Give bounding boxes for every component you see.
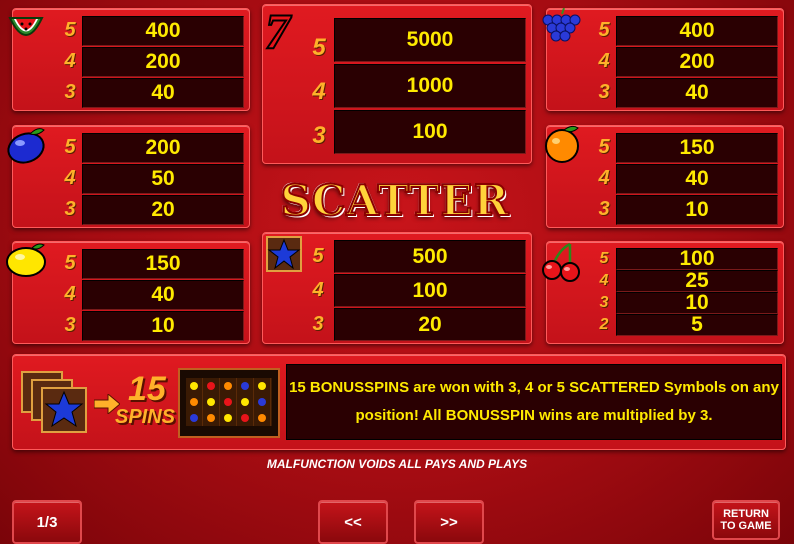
payout-value: 200: [616, 47, 778, 77]
multiplier-label: 5: [312, 34, 326, 61]
payout-value: 150: [616, 133, 778, 163]
payout-value: 400: [616, 16, 778, 46]
multiplier-label: 5: [64, 136, 76, 158]
payout-value: 40: [82, 280, 244, 310]
cherry-icon: [542, 242, 580, 282]
payout-value: 200: [82, 47, 244, 77]
plum-icon: [7, 128, 45, 164]
multiplier-label: 4: [599, 272, 609, 289]
payout-value: 100: [334, 110, 526, 154]
multiplier-label: 3: [64, 198, 76, 220]
bonus-game-thumbnail: [178, 368, 280, 438]
disclaimer-text: MALFUNCTION VOIDS ALL PAYS AND PLAYS: [266, 457, 528, 471]
multiplier-label: 3: [598, 81, 610, 103]
payout-value: 100: [616, 248, 778, 270]
multiplier-label: 4: [312, 279, 324, 301]
multiplier-label: 2: [599, 316, 609, 333]
bonus-description: 15 BONUSSPINS are won with 3, 4 or 5 SCA…: [286, 364, 782, 440]
payout-value: 10: [616, 195, 778, 225]
bonus-spins-count: 15: [128, 370, 166, 408]
payout-value: 400: [82, 16, 244, 46]
payout-value: 200: [82, 133, 244, 163]
blue-star-icon: [266, 236, 302, 272]
payout-value: 150: [82, 249, 244, 279]
seven-icon: 7: [264, 2, 291, 60]
multiplier-label: 5: [64, 19, 76, 41]
payout-value: 25: [616, 270, 778, 292]
multiplier-label: 5: [598, 136, 610, 158]
orange-icon: [545, 125, 579, 163]
grapes-icon: [542, 8, 581, 42]
multiplier-label: 5: [599, 250, 609, 267]
multiplier-label: 3: [64, 314, 76, 336]
payout-value: 1000: [334, 64, 526, 108]
multiplier-label: 3: [312, 313, 324, 335]
next-page-button[interactable]: >>: [414, 500, 484, 544]
multiplier-label: 3: [598, 198, 610, 220]
return-to-game-button[interactable]: RETURN TO GAME: [712, 500, 780, 540]
payout-value: 100: [334, 274, 526, 307]
lemon-icon: [6, 243, 46, 277]
payout-value: 40: [616, 78, 778, 108]
bonus-spins-label: SPINS: [115, 406, 176, 428]
payout-value: 10: [616, 292, 778, 314]
payout-value: 40: [82, 78, 244, 108]
multiplier-label: 4: [598, 167, 610, 189]
payout-value: 5000: [334, 18, 526, 62]
multiplier-label: 3: [599, 294, 609, 311]
multiplier-label: 5: [312, 245, 324, 267]
multiplier-label: 4: [64, 283, 76, 305]
scatter-title: SCATTER: [280, 175, 510, 226]
payout-value: 40: [616, 164, 778, 194]
scatter-cards-icon: [21, 371, 87, 433]
multiplier-label: 4: [312, 78, 326, 105]
multiplier-label: 4: [64, 167, 76, 189]
payout-value: 50: [82, 164, 244, 194]
watermelon-icon: [8, 17, 44, 36]
payout-value: 20: [334, 308, 526, 341]
multiplier-label: 4: [598, 50, 610, 72]
payout-value: 500: [334, 240, 526, 273]
multiplier-label: 5: [598, 19, 610, 41]
prev-page-button[interactable]: <<: [318, 500, 388, 544]
payout-value: 20: [82, 195, 244, 225]
page-indicator-button[interactable]: 1/3: [12, 500, 82, 544]
payout-value: 10: [82, 311, 244, 341]
multiplier-label: 3: [312, 122, 326, 149]
multiplier-label: 4: [64, 50, 76, 72]
multiplier-label: 3: [64, 81, 76, 103]
payout-value: 5: [616, 314, 778, 336]
multiplier-label: 5: [64, 252, 76, 274]
